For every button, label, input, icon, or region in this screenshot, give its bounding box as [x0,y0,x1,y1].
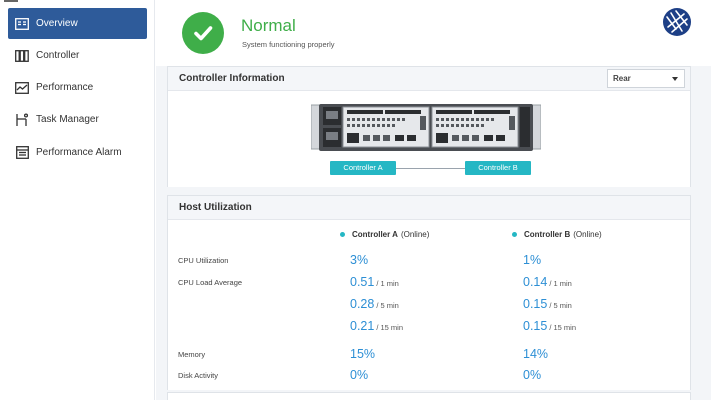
sidebar-item-label: Controller [36,50,80,61]
sidebar-item-performance[interactable]: Performance [8,72,147,103]
controller-b-column-header: Controller B (Online) [512,230,602,239]
device-area: Controller A Controller B [168,91,690,187]
online-status-icon [512,232,517,237]
column-name: Controller A [352,230,398,239]
host-utilization-header: Host Utilization [168,196,690,220]
controller-b-load-1: 0.14/ 1 min [523,275,572,289]
sidebar-item-overview[interactable]: Overview [8,8,147,39]
load-value: 0.14 [523,275,548,289]
view-select[interactable]: Rear [607,69,685,88]
controller-a-load-1: 0.51/ 1 min [350,275,399,289]
controller-a-disk-value: 0% [350,368,369,382]
online-status-icon [340,232,345,237]
column-status: (Online) [400,230,430,239]
memory-label: Memory [178,350,206,359]
controller-a-memory-value: 15% [350,347,376,361]
sidebar-item-label: Overview [36,18,78,29]
status-title: Normal [241,16,296,35]
cpu-utilization-label: CPU Utilization [178,256,229,265]
load-unit: / 5 min [549,301,572,310]
panel-title: Host Utilization [179,202,252,213]
sidebar-item-performance-alarm[interactable]: Performance Alarm [8,137,147,168]
controller-a-load-5: 0.28/ 5 min [350,297,399,311]
load-value: 0.51 [350,275,375,289]
overview-icon [14,16,30,32]
controller-b-label[interactable]: Controller B [465,161,531,175]
sidebar-item-label: Performance [36,82,94,93]
view-select-value: Rear [613,74,631,83]
sidebar-item-task-manager[interactable]: Task Manager [8,104,147,135]
load-unit: / 1 min [549,279,572,288]
load-unit: / 15 min [549,323,577,332]
column-status: (Online) [573,230,602,239]
panel-title: Controller Information [179,73,285,84]
chassis-rear-image [311,104,541,151]
status-header: Normal System functioning properly [156,0,711,66]
sidebar-item-label: Task Manager [36,114,99,125]
status-ok-icon [182,12,224,54]
controller-b-load-5: 0.15/ 5 min [523,297,572,311]
load-unit: / 1 min [376,279,399,288]
sidebar-top-edge [4,0,18,2]
load-value: 0.15 [523,297,548,311]
performance-icon [14,80,30,96]
disk-activity-label: Disk Activity [178,371,219,380]
chevron-down-icon [672,77,678,81]
controller-a-label[interactable]: Controller A [330,161,396,175]
controller-info-header: Controller Information Rear [168,67,690,91]
sidebar: Overview Controller Performance Task Man… [0,0,155,400]
load-value: 0.28 [350,297,375,311]
controller-a-cpu-value: 3% [350,253,369,267]
brand-logo-icon [662,7,692,37]
task-manager-icon [14,112,30,128]
main-content: Normal System functioning properly Contr… [156,0,711,400]
host-utilization-body: Controller A (Online) Controller B (Onli… [168,220,690,390]
controller-a-load-15: 0.21/ 15 min [350,319,403,333]
controller-b-memory-value: 14% [523,347,549,361]
controller-a-column-header: Controller A (Online) [340,230,429,239]
performance-alarm-icon [14,145,30,161]
load-unit: / 15 min [376,323,404,332]
cpu-load-average-label: CPU Load Average [178,278,243,287]
load-value: 0.21 [350,319,375,333]
status-subtitle: System functioning properly [242,40,335,49]
next-panel-edge [167,392,691,400]
load-value: 0.15 [523,319,548,333]
column-name: Controller B [524,230,571,239]
controller-icon [14,48,30,64]
host-utilization-panel: Host Utilization Controller A (Online) C… [167,195,691,390]
load-unit: / 5 min [376,301,399,310]
controller-link-line [396,168,466,169]
sidebar-item-controller[interactable]: Controller [8,40,147,71]
controller-b-load-15: 0.15/ 15 min [523,319,576,333]
controller-info-panel: Controller Information Rear Controller A… [167,66,691,187]
controller-b-disk-value: 0% [523,368,542,382]
controller-b-cpu-value: 1% [523,253,542,267]
sidebar-item-label: Performance Alarm [36,147,122,158]
